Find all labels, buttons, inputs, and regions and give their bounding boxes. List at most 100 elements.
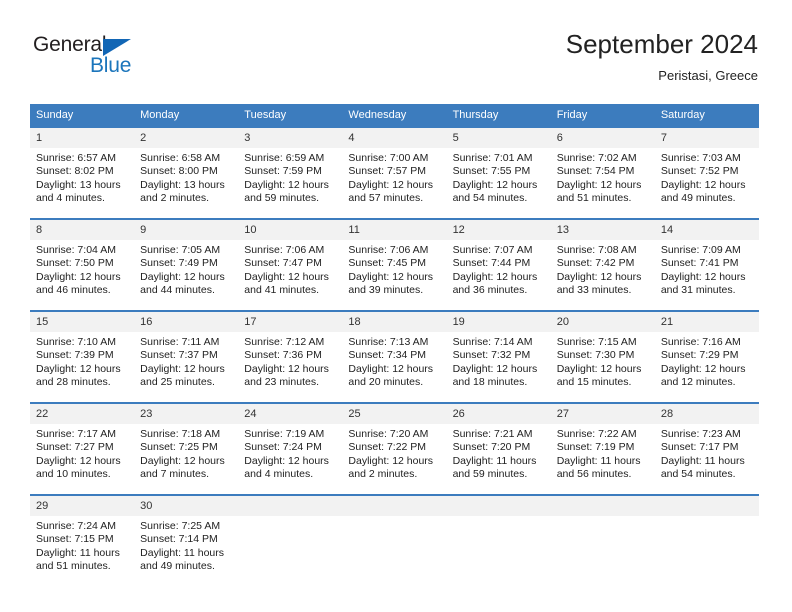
- calendar-day-cell[interactable]: 30 Sunrise: 7:25 AM Sunset: 7:14 PM Dayligh…: [134, 494, 239, 580]
- day-number: 29: [30, 496, 135, 516]
- daylight-duration-line2: and 20 minutes.: [348, 376, 424, 389]
- day-number: 16: [134, 312, 239, 332]
- sunset-time: Sunset: 7:17 PM: [660, 441, 739, 454]
- daylight-duration-line2: and 49 minutes.: [140, 560, 215, 573]
- calendar-day-cell[interactable]: 13 Sunrise: 7:08 AM Sunset: 7:42 PM Dayligh…: [550, 218, 655, 304]
- calendar-day-cell[interactable]: 11 Sunrise: 7:06 AM Sunset: 7:45 PM Dayligh…: [342, 218, 447, 304]
- day-details: Sunrise: 7:16 AM Sunset: 7:29 PM Daylight:…: [655, 332, 759, 390]
- calendar-day-cell[interactable]: 10 Sunrise: 7:06 AM Sunset: 7:47 PM Dayligh…: [238, 218, 343, 304]
- sunset-time: Sunset: 7:59 PM: [244, 165, 322, 178]
- calendar-day-cell[interactable]: 28 Sunrise: 7:23 AM Sunset: 7:17 PM Dayligh…: [654, 402, 759, 488]
- calendar-day-cell[interactable]: 17 Sunrise: 7:12 AM Sunset: 7:36 PM Dayligh…: [238, 310, 343, 396]
- page-title: September 2024: [565, 29, 758, 59]
- daylight-duration-line2: and 33 minutes.: [556, 284, 632, 297]
- day-number: [446, 496, 551, 516]
- day-number: 7: [654, 128, 759, 148]
- sunset-time: Sunset: 7:47 PM: [244, 257, 322, 270]
- calendar-day-cell[interactable]: 20 Sunrise: 7:15 AM Sunset: 7:30 PM Dayligh…: [550, 310, 655, 396]
- daylight-duration-line2: and 4 minutes.: [36, 192, 105, 205]
- day-number: 3: [238, 128, 343, 148]
- calendar-day-cell[interactable]: 25 Sunrise: 7:20 AM Sunset: 7:22 PM Dayligh…: [342, 402, 447, 488]
- sunset-time: Sunset: 7:49 PM: [140, 257, 218, 270]
- day-number: 5: [446, 128, 551, 148]
- calendar-day-cell[interactable]: 24 Sunrise: 7:19 AM Sunset: 7:24 PM Dayligh…: [238, 402, 343, 488]
- calendar-week-row: 22 Sunrise: 7:17 AM Sunset: 7:27 PM Dayligh…: [30, 402, 759, 488]
- calendar-day-cell[interactable]: 22 Sunrise: 7:17 AM Sunset: 7:27 PM Dayligh…: [30, 402, 135, 488]
- calendar-day-cell[interactable]: 9 Sunrise: 7:05 AM Sunset: 7:49 PM Daylight…: [134, 218, 239, 304]
- sunset-time: Sunset: 7:37 PM: [140, 349, 218, 362]
- calendar-page: General Blue September 2024 Peristasi, G…: [0, 0, 792, 612]
- calendar-day-cell[interactable]: 12 Sunrise: 7:07 AM Sunset: 7:44 PM Dayligh…: [446, 218, 551, 304]
- day-number: 20: [550, 312, 655, 332]
- calendar-day-cell[interactable]: 19 Sunrise: 7:14 AM Sunset: 7:32 PM Dayligh…: [446, 310, 551, 396]
- calendar-day-cell[interactable]: 27 Sunrise: 7:22 AM Sunset: 7:19 PM Dayligh…: [550, 402, 655, 488]
- sunrise-time: Sunrise: 7:03 AM: [660, 152, 741, 164]
- calendar-day-cell[interactable]: 15 Sunrise: 7:10 AM Sunset: 7:39 PM Dayligh…: [30, 310, 135, 396]
- sunset-time: Sunset: 7:39 PM: [36, 349, 114, 362]
- day-number: 30: [134, 496, 239, 516]
- calendar-day-cell[interactable]: 6 Sunrise: 7:02 AM Sunset: 7:54 PM Daylight…: [550, 126, 655, 212]
- sunrise-time: Sunrise: 7:19 AM: [244, 428, 325, 440]
- day-details: Sunrise: 7:20 AM Sunset: 7:22 PM Daylight:…: [342, 424, 446, 482]
- day-number: [654, 496, 759, 516]
- calendar-day-cell[interactable]: 16 Sunrise: 7:11 AM Sunset: 7:37 PM Dayligh…: [134, 310, 239, 396]
- daylight-duration-line2: and 51 minutes.: [36, 560, 111, 573]
- daylight-duration-line2: and 4 minutes.: [244, 468, 314, 481]
- daylight-duration-line2: and 54 minutes.: [660, 468, 736, 481]
- calendar-week-row: 29 Sunrise: 7:24 AM Sunset: 7:15 PM Dayligh…: [30, 494, 759, 580]
- day-number: 9: [134, 220, 239, 240]
- day-number: 27: [550, 404, 655, 424]
- sunset-time: Sunset: 7:42 PM: [556, 257, 635, 270]
- daylight-duration-line2: and 15 minutes.: [556, 376, 632, 389]
- weekday-header-wednesday: Wednesday: [342, 104, 447, 127]
- calendar-day-cell[interactable]: 8 Sunrise: 7:04 AM Sunset: 7:50 PM Daylight…: [30, 218, 135, 304]
- sunrise-time: Sunrise: 7:06 AM: [244, 244, 325, 256]
- day-number: 8: [30, 220, 135, 240]
- calendar-day-cell[interactable]: 4 Sunrise: 7:00 AM Sunset: 7:57 PM Daylight…: [342, 126, 447, 212]
- day-number: [238, 496, 343, 516]
- calendar-day-cell[interactable]: 18 Sunrise: 7:13 AM Sunset: 7:34 PM Dayligh…: [342, 310, 447, 396]
- daylight-duration-line1: Daylight: 12 hours: [140, 454, 225, 467]
- sunrise-time: Sunrise: 6:59 AM: [244, 152, 325, 164]
- calendar-day-cell[interactable]: 14 Sunrise: 7:09 AM Sunset: 7:41 PM Dayligh…: [654, 218, 759, 304]
- calendar-day-cell[interactable]: 26 Sunrise: 7:21 AM Sunset: 7:20 PM Dayligh…: [446, 402, 551, 488]
- calendar-day-cell[interactable]: 7 Sunrise: 7:03 AM Sunset: 7:52 PM Daylight…: [654, 126, 759, 212]
- calendar-day-cell[interactable]: 3 Sunrise: 6:59 AM Sunset: 7:59 PM Daylight…: [238, 126, 343, 212]
- daylight-duration-line2: and 36 minutes.: [452, 284, 528, 297]
- week-spacer: [30, 488, 759, 495]
- day-details: Sunrise: 7:09 AM Sunset: 7:41 PM Daylight:…: [655, 240, 759, 298]
- daylight-duration-line1: Daylight: 12 hours: [348, 270, 434, 283]
- daylight-duration-line2: and 44 minutes.: [140, 284, 215, 297]
- daylight-duration-line1: Daylight: 12 hours: [36, 454, 121, 467]
- sunset-time: Sunset: 7:22 PM: [348, 441, 427, 454]
- sunrise-time: Sunrise: 7:02 AM: [556, 152, 637, 164]
- calendar-day-cell[interactable]: 29 Sunrise: 7:24 AM Sunset: 7:15 PM Dayligh…: [30, 494, 135, 580]
- day-number: 2: [134, 128, 239, 148]
- daylight-duration-line1: Daylight: 12 hours: [244, 178, 329, 191]
- sunset-time: Sunset: 7:50 PM: [36, 257, 114, 270]
- daylight-duration-line1: Daylight: 11 hours: [556, 454, 641, 467]
- sunset-time: Sunset: 7:14 PM: [140, 533, 218, 546]
- general-blue-logo[interactable]: General Blue: [33, 33, 213, 83]
- day-number: 24: [238, 404, 343, 424]
- daylight-duration-line1: Daylight: 12 hours: [140, 270, 225, 283]
- sunset-time: Sunset: 7:25 PM: [140, 441, 218, 454]
- day-number: 10: [238, 220, 343, 240]
- sunrise-time: Sunrise: 7:14 AM: [452, 336, 533, 348]
- location-subtitle: Peristasi, Greece: [658, 68, 758, 83]
- calendar-day-cell[interactable]: 5 Sunrise: 7:01 AM Sunset: 7:55 PM Daylight…: [446, 126, 551, 212]
- sunset-time: Sunset: 7:30 PM: [556, 349, 635, 362]
- calendar-day-cell[interactable]: 2 Sunrise: 6:58 AM Sunset: 8:00 PM Daylight…: [134, 126, 239, 212]
- calendar-day-cell[interactable]: 21 Sunrise: 7:16 AM Sunset: 7:29 PM Dayligh…: [654, 310, 759, 396]
- daylight-duration-line1: Daylight: 11 hours: [36, 546, 120, 559]
- day-number: 23: [134, 404, 239, 424]
- calendar-day-cell[interactable]: 1 Sunrise: 6:57 AM Sunset: 8:02 PM Daylight…: [30, 126, 135, 212]
- daylight-duration-line2: and 2 minutes.: [348, 468, 418, 481]
- calendar-empty-cell: [238, 494, 343, 580]
- calendar-day-cell[interactable]: 23 Sunrise: 7:18 AM Sunset: 7:25 PM Dayligh…: [134, 402, 239, 488]
- daylight-duration-line2: and 49 minutes.: [660, 192, 736, 205]
- daylight-duration-line1: Daylight: 12 hours: [244, 454, 329, 467]
- sunset-time: Sunset: 7:20 PM: [452, 441, 531, 454]
- day-details: Sunrise: 7:17 AM Sunset: 7:27 PM Daylight:…: [30, 424, 134, 482]
- day-details: Sunrise: 6:59 AM Sunset: 7:59 PM Daylight:…: [238, 148, 342, 206]
